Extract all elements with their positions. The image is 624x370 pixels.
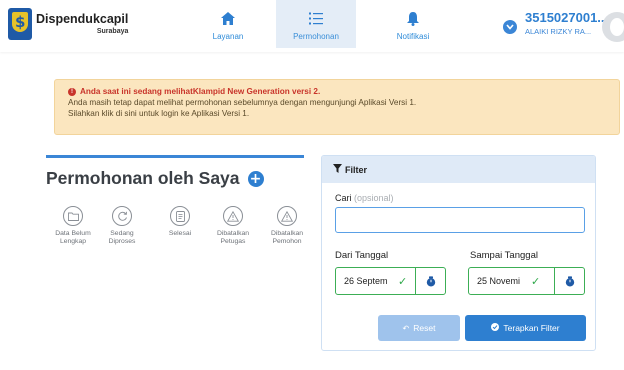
- calendar-button[interactable]: [415, 268, 445, 294]
- to-date-value: 25 Novemi: [477, 276, 521, 286]
- from-date-label: Dari Tanggal: [335, 250, 389, 261]
- calendar-icon: [426, 275, 435, 286]
- home-icon: [221, 11, 235, 26]
- filter-card: Filter Cari (opsional) Dari Tanggal 26 S…: [321, 155, 596, 351]
- filter-header: Filter: [322, 156, 595, 183]
- user-nik: 3515027001...: [525, 10, 609, 25]
- add-permohonan-button[interactable]: +: [247, 170, 264, 187]
- search-input[interactable]: [335, 207, 585, 233]
- status-label-line1: Dibatalkan: [216, 230, 250, 237]
- exclamation-icon: !: [68, 87, 76, 96]
- nav-permohonan-label: Permohonan: [293, 32, 339, 41]
- status-dibatalkan-pemohon[interactable]: Dibatalkan Pemohon: [262, 206, 312, 246]
- status-label-line1: Dibatalkan: [270, 230, 304, 237]
- status-label-line2: Pemohon: [272, 238, 302, 245]
- brand[interactable]: Dispendukcapil Surabaya: [8, 8, 128, 40]
- alert-line-2: Anda masih tetap dapat melihat permohona…: [68, 98, 417, 107]
- avatar[interactable]: [602, 12, 624, 42]
- filter-icon: [333, 164, 342, 175]
- search-label-text: Cari: [335, 193, 352, 203]
- page-title: Permohonan oleh Saya: [46, 168, 240, 188]
- nav-notifikasi-label: Notifikasi: [396, 32, 430, 41]
- apply-filter-button[interactable]: Terapkan Filter: [465, 315, 586, 341]
- status-label-line1: Selesai: [168, 230, 192, 237]
- bell-icon: [407, 11, 419, 26]
- status-label-line2: Lengkap: [59, 238, 87, 245]
- folder-icon: [63, 206, 83, 226]
- search-label: Cari (opsional): [335, 193, 394, 203]
- alert-login-link[interactable]: Silahkan klik di sini untuk login ke Apl…: [68, 108, 619, 119]
- user-name: ALAIKI RIZKY RA...: [525, 27, 592, 36]
- nav-layanan-label: Layanan: [212, 32, 244, 41]
- from-date-field[interactable]: 26 Septem ✓: [335, 267, 446, 295]
- status-sedang-diproses[interactable]: Sedang Diproses: [97, 206, 147, 246]
- status-dibatalkan-petugas[interactable]: Dibatalkan Petugas: [208, 206, 258, 246]
- calendar-button[interactable]: [554, 268, 584, 294]
- nav-permohonan[interactable]: Permohonan: [276, 0, 356, 48]
- undo-icon: ↶: [402, 323, 410, 333]
- document-icon: [170, 206, 190, 226]
- reset-label: Reset: [413, 323, 436, 333]
- nav-notifikasi[interactable]: Notifikasi: [373, 0, 453, 48]
- status-selesai[interactable]: Selesai: [155, 206, 205, 238]
- surabaya-logo-icon: [8, 8, 32, 40]
- refresh-icon: [112, 206, 132, 226]
- version-alert: ! Anda saat ini sedang melihatKlampid Ne…: [54, 79, 620, 135]
- check-icon: ✓: [531, 274, 541, 288]
- calendar-icon: [565, 275, 574, 286]
- reset-button[interactable]: ↶ Reset: [378, 315, 460, 341]
- user-menu[interactable]: 3515027001... ALAIKI RIZKY RA...: [503, 10, 608, 36]
- panel-accent-line: [46, 155, 304, 158]
- warning-icon: [223, 206, 243, 226]
- chevron-down-icon[interactable]: [503, 20, 517, 34]
- status-label-line1: Sedang: [110, 230, 134, 237]
- check-icon: ✓: [398, 274, 408, 288]
- check-circle-icon: [491, 323, 500, 333]
- warning-icon: [277, 206, 297, 226]
- status-label-line2: Diproses: [108, 238, 136, 245]
- status-label-line1: Data Belum: [55, 230, 91, 237]
- filter-title: Filter: [345, 164, 368, 175]
- apply-filter-label: Terapkan Filter: [503, 323, 560, 333]
- list-icon: [309, 11, 323, 26]
- nav-layanan[interactable]: Layanan: [188, 0, 268, 48]
- status-data-belum-lengkap[interactable]: Data Belum Lengkap: [48, 206, 98, 246]
- to-date-field[interactable]: 25 Novemi ✓: [468, 267, 585, 295]
- brand-subtitle: Surabaya: [96, 28, 129, 35]
- panel-header: Permohonan oleh Saya +: [46, 168, 264, 189]
- brand-title: Dispendukcapil: [36, 12, 129, 26]
- to-date-label: Sampai Tanggal: [470, 250, 538, 261]
- from-date-value: 26 Septem: [344, 276, 388, 286]
- status-label-line2: Petugas: [220, 238, 246, 245]
- top-navbar: Dispendukcapil Surabaya Layanan Permohon…: [0, 0, 624, 52]
- alert-line-1: Anda saat ini sedang melihatKlampid New …: [80, 87, 321, 96]
- search-optional-hint: (opsional): [354, 193, 394, 203]
